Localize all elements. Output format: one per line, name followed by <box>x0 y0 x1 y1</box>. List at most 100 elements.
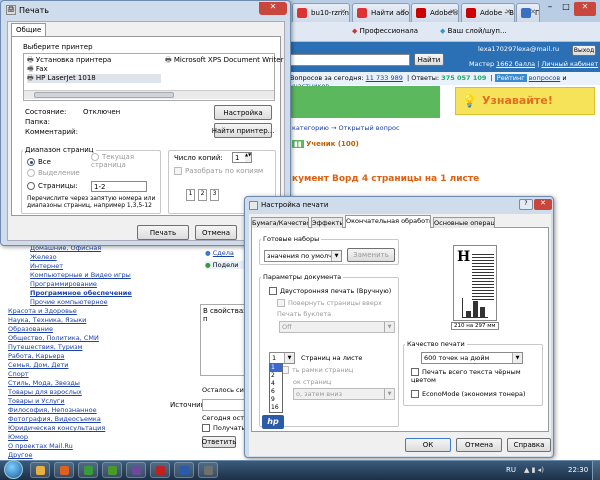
settings-tab[interactable]: Бумага/Качество <box>251 217 309 228</box>
settings-tab[interactable]: Эффекты <box>311 217 343 228</box>
questions-count[interactable]: 11 733 989 <box>366 74 403 82</box>
page-search-button[interactable]: Найти <box>414 53 444 66</box>
category-link[interactable]: Философия, Непознанное <box>8 406 97 414</box>
category-link[interactable]: Наука, Техника, Языки <box>8 316 86 324</box>
pages-per-sheet-option[interactable]: 16 <box>270 404 282 412</box>
category-link[interactable]: Другое <box>8 451 32 459</box>
pages-per-sheet-option[interactable]: 9 <box>270 396 282 404</box>
close-tab-icon[interactable]: ✕ <box>449 8 455 16</box>
tab-general[interactable]: Общие <box>11 23 47 36</box>
close-tab-icon[interactable]: ✕ <box>400 8 406 16</box>
settings-close-icon[interactable]: ✕ <box>534 199 552 210</box>
preset-combo[interactable]: значения по умолча ▼ <box>264 250 342 262</box>
category-link[interactable]: Стиль, Мода, Звезды <box>8 379 80 387</box>
browser-tab[interactable]: Adobe® Ph✕ <box>411 3 459 22</box>
printer-item-hp[interactable]: 🖶 HP LaserJet 1018 <box>27 74 161 83</box>
category-link[interactable]: Товары для взрослых <box>8 388 82 396</box>
pages-per-sheet-option[interactable]: 2 <box>270 372 282 380</box>
firefox-icon[interactable] <box>54 462 74 478</box>
explorer-icon[interactable] <box>30 462 50 478</box>
receive-checkbox[interactable]: Получать <box>202 424 245 432</box>
maximize-icon[interactable]: □ <box>558 2 574 16</box>
printer-list-scrollbar[interactable] <box>24 90 274 99</box>
category-link[interactable]: Образование <box>8 325 53 333</box>
chrome-icon[interactable] <box>78 462 98 478</box>
page-search-input[interactable] <box>290 54 410 66</box>
browser-tab[interactable]: Adobe - Вхо✕ <box>461 3 515 22</box>
word-icon[interactable] <box>174 462 194 478</box>
copies-spinner[interactable]: 1 ▲▼ <box>232 152 252 163</box>
browser-tab[interactable]: Найти adobe✕ <box>352 3 410 22</box>
category-link[interactable]: Юридическая консультация <box>8 424 105 432</box>
pages-per-sheet-option[interactable]: 1 <box>270 364 282 372</box>
category-link[interactable]: Работа, Карьера <box>8 352 64 360</box>
settings-app-icon[interactable] <box>198 462 218 478</box>
category-link[interactable]: Программное обеспечение <box>30 289 132 297</box>
minimize-icon[interactable]: – <box>542 2 558 16</box>
settings-help-button[interactable]: Справка <box>507 438 551 452</box>
print-cancel-button[interactable]: Отмена <box>195 225 237 240</box>
close-tab-icon[interactable]: ✕ <box>340 8 346 16</box>
media-icon[interactable] <box>126 462 146 478</box>
spinner-arrows-icon[interactable]: ▲▼ <box>245 153 251 162</box>
answer-submit-button[interactable]: Ответить <box>202 436 236 448</box>
print-button[interactable]: Печать <box>137 225 189 240</box>
black-text-checkbox[interactable]: Печать всего текста чёрным цветом <box>411 368 539 384</box>
category-link[interactable]: О проектах Mail.Ru <box>8 442 73 450</box>
category-link[interactable]: Компьютерные и Видео игры <box>30 271 131 279</box>
browser-tab[interactable]: Портал сооб✕ <box>516 3 540 22</box>
category-link[interactable]: Спорт <box>8 370 29 378</box>
category-link[interactable]: Интернет <box>30 262 63 270</box>
range-selection-radio[interactable]: Выделение <box>27 169 80 177</box>
category-link[interactable]: Прочие компьютерное <box>30 298 108 306</box>
pages-input[interactable]: 1-2 <box>91 181 147 192</box>
duplex-checkbox[interactable]: Двусторонняя печать (Вручную) <box>269 287 391 295</box>
show-desktop-button[interactable] <box>592 461 600 480</box>
printer-settings-button[interactable]: Настройка <box>214 105 272 120</box>
browser-tab[interactable]: bu10-rzn.narod✕ <box>292 3 350 22</box>
tray-icons[interactable]: ▲ ▮ ◂) <box>524 466 544 474</box>
pages-per-sheet-option[interactable]: 4 <box>270 380 282 388</box>
settings-ok-button[interactable]: ОК <box>405 438 451 452</box>
pages-per-sheet-dropdown[interactable]: 1 2 4 6 9 16 <box>269 363 283 413</box>
settings-cancel-button[interactable]: Отмена <box>456 438 502 452</box>
close-tab-icon[interactable]: ✕ <box>530 8 536 16</box>
page-order-combo[interactable]: о, затем вниз ▼ <box>293 388 395 400</box>
category-link[interactable]: Общество, Политика, СМИ <box>8 334 99 342</box>
economode-checkbox[interactable]: EconoMode (экономия тонера) <box>411 390 526 398</box>
utorrent-icon[interactable] <box>102 462 122 478</box>
booklet-combo[interactable]: Off ▼ <box>279 321 395 333</box>
find-printer-button[interactable]: Найти принтер... <box>212 123 274 138</box>
category-link[interactable]: Железо <box>30 253 57 261</box>
preset-change-button[interactable]: Заменить <box>347 248 395 262</box>
personal-cabinet-link[interactable]: Личный кабинет <box>541 60 598 68</box>
category-link[interactable]: Красота и Здоровье <box>8 307 77 315</box>
mail-ru-agent-icon[interactable] <box>150 462 170 478</box>
user-email[interactable]: lexa170297lexa@mail.ru <box>478 45 559 53</box>
range-current-radio[interactable]: Текущая страница <box>91 153 159 169</box>
language-indicator[interactable]: RU <box>506 466 516 474</box>
category-link[interactable]: Путешествия, Туризм <box>8 343 82 351</box>
collate-checkbox[interactable]: Разобрать по копиям <box>174 167 263 175</box>
bookmark-layer[interactable]: ◆ Ваш слой/шуп... <box>440 27 507 35</box>
category-link[interactable]: Фотография, Видеосъемка <box>8 415 101 423</box>
breadcrumb[interactable]: категорию → Открытый вопрос <box>292 124 400 132</box>
print-close-icon[interactable]: ✕ <box>259 2 287 15</box>
category-link[interactable]: Товары и Услуги <box>8 397 65 405</box>
side-link-make[interactable]: ● Сдела <box>205 249 234 257</box>
settings-tab[interactable]: Окончательная обработка <box>345 215 431 228</box>
help-icon[interactable]: ? <box>519 199 533 210</box>
range-all-radio[interactable]: Все <box>27 158 51 166</box>
start-button-icon[interactable] <box>4 460 23 479</box>
logout-button[interactable]: Выход <box>572 45 596 56</box>
category-link[interactable]: Программирование <box>30 280 97 288</box>
category-link[interactable]: Юмор <box>8 433 28 441</box>
banner-ad[interactable]: 💡 Узнавайте! <box>455 87 595 115</box>
pages-per-sheet-option[interactable]: 6 <box>270 388 282 396</box>
window-close-icon[interactable]: ✕ <box>574 2 596 16</box>
rating-questions-link[interactable]: вопросов <box>529 74 561 82</box>
range-pages-radio[interactable]: Страницы: <box>27 182 77 190</box>
close-tab-icon[interactable]: ✕ <box>505 8 511 16</box>
bookmark-professional[interactable]: ◆ Профессионала <box>352 27 418 35</box>
quality-combo[interactable]: 600 точек на дюйм ▼ <box>421 352 523 364</box>
